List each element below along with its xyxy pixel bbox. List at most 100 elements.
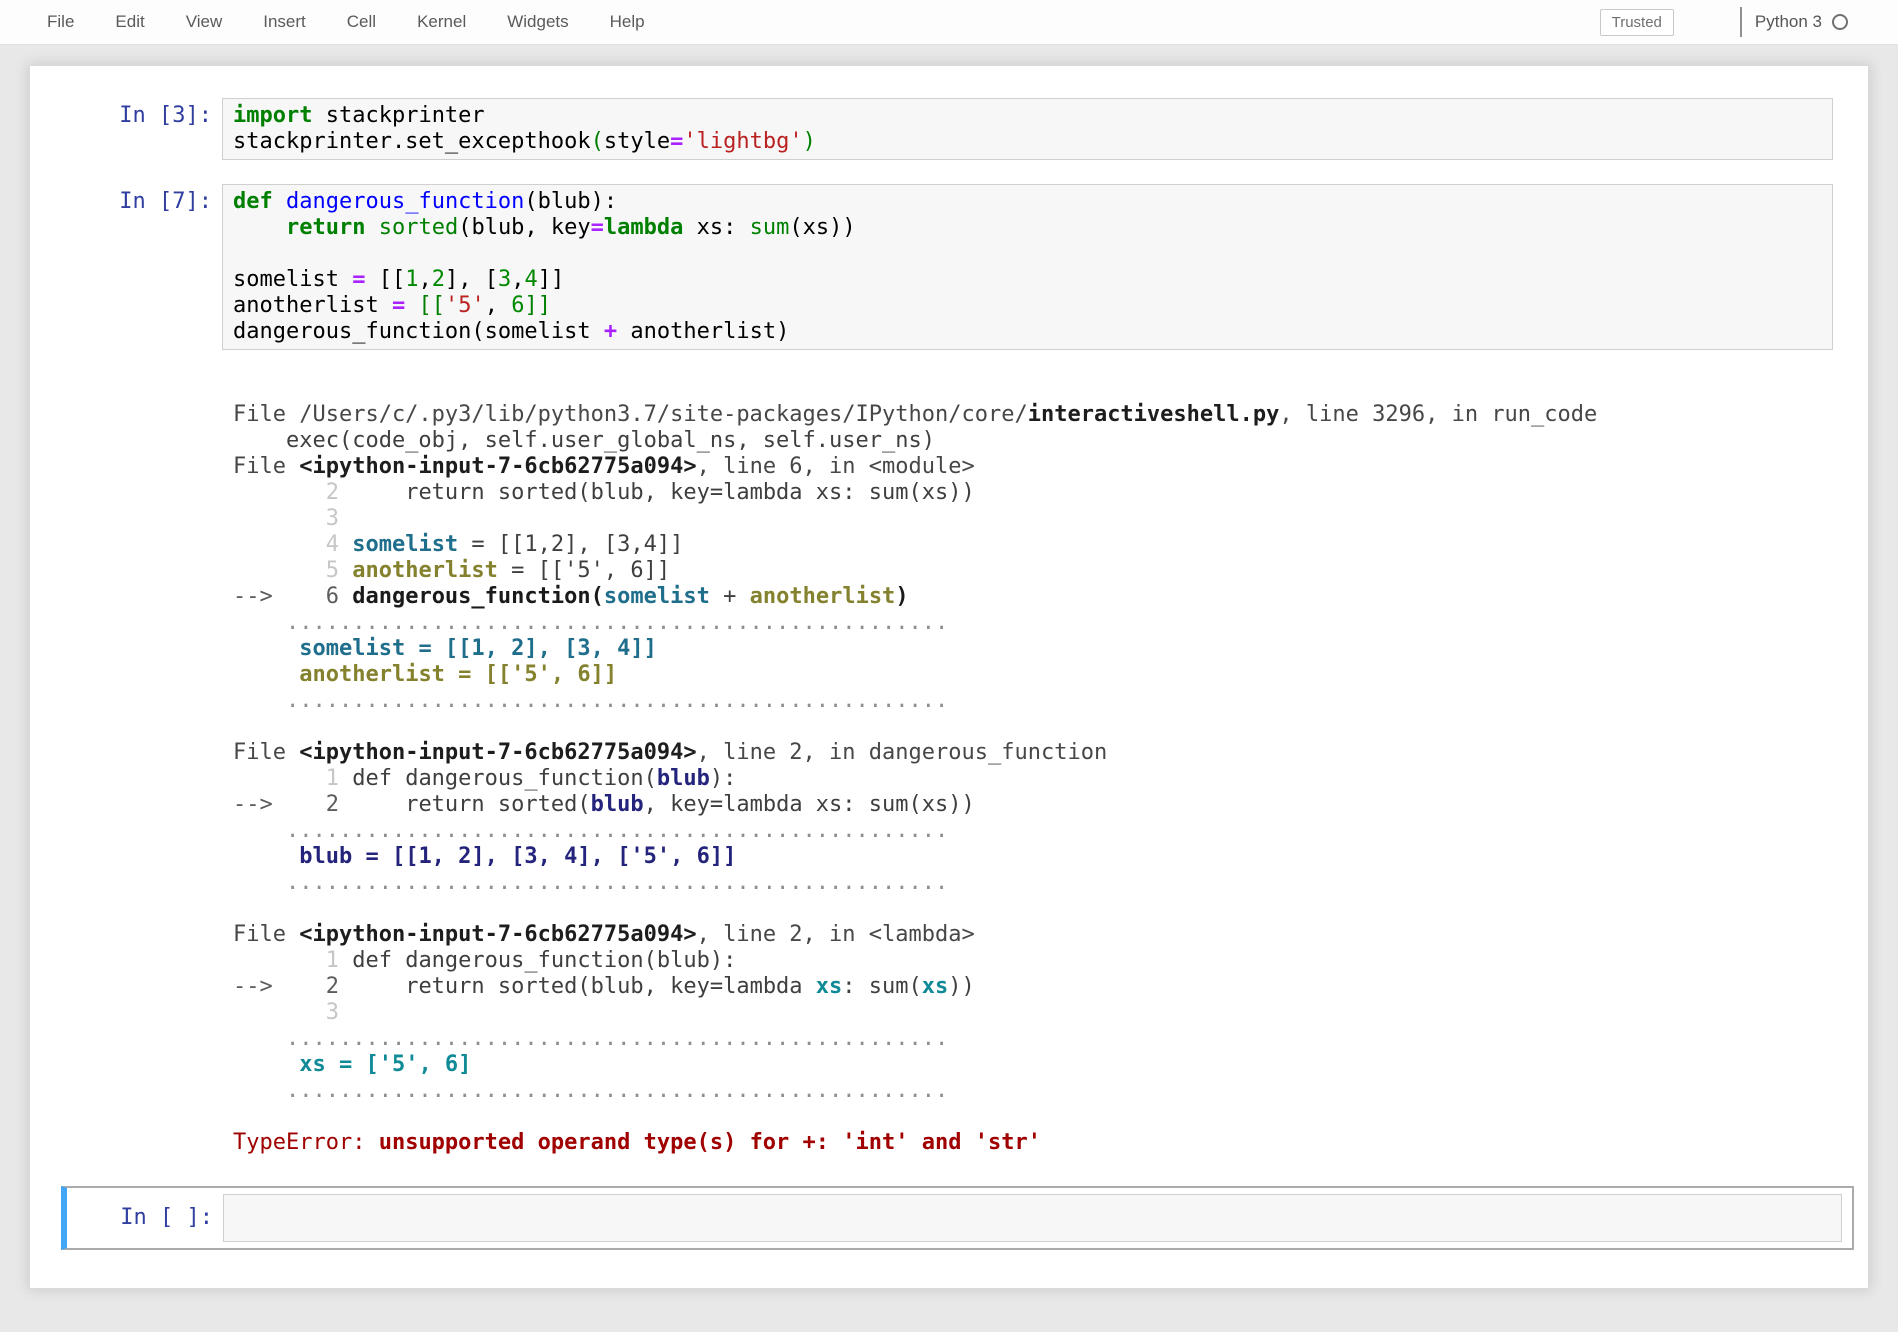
code-token: unsupported operand type(s) for +: 'int'… bbox=[378, 1130, 1041, 1155]
code-token: , bbox=[484, 293, 512, 318]
code-token: style bbox=[603, 129, 671, 154]
code-token: , key=lambda xs: sum(xs)) bbox=[643, 792, 975, 817]
menu-item-file[interactable]: File bbox=[47, 12, 74, 31]
menu-item-help[interactable]: Help bbox=[610, 12, 645, 31]
code-token: = [['5', 6]] bbox=[497, 558, 671, 583]
code-token: , line 3296, in run_code bbox=[1279, 402, 1598, 427]
code-token: def dangerous_function(blub): bbox=[338, 948, 737, 973]
code-token: sorted bbox=[378, 215, 459, 240]
code-token: anotherlist = [['5', 6]] bbox=[299, 662, 618, 687]
code-token: : sum( bbox=[842, 974, 922, 999]
code-token: (blub): bbox=[524, 189, 618, 214]
code-token: lambda bbox=[603, 215, 684, 240]
code-token: import bbox=[233, 103, 313, 128]
code-token: 5 bbox=[233, 558, 339, 583]
code-token: anotherlist bbox=[352, 558, 498, 583]
kernel-name: Python 3 bbox=[1754, 12, 1822, 31]
code-token: File bbox=[233, 740, 300, 765]
empty-cell-prompt: In [ ]: bbox=[120, 1205, 213, 1230]
menu: File Edit View Insert Cell Kernel Widgets Help bbox=[47, 12, 686, 32]
menu-item-edit[interactable]: Edit bbox=[115, 12, 144, 31]
code-token: 2 bbox=[233, 480, 339, 505]
code-token: --> 2 bbox=[233, 792, 339, 817]
code-token: ): bbox=[709, 766, 737, 791]
menu-right: Trusted Python 3 bbox=[1599, 7, 1898, 37]
code-token: somelist bbox=[352, 532, 459, 557]
cell-prompt: In [3]: bbox=[119, 103, 212, 128]
code-token: --> 6 bbox=[233, 584, 339, 609]
code-token: (xs)) bbox=[789, 215, 856, 240]
code-token: ]] bbox=[537, 267, 565, 292]
menu-item-widgets[interactable]: Widgets bbox=[507, 12, 568, 31]
menu-item-insert[interactable]: Insert bbox=[263, 12, 306, 31]
code-token: File bbox=[233, 454, 300, 479]
code-token: , line 6, in <module> bbox=[696, 454, 975, 479]
code-token: 1 bbox=[233, 948, 339, 973]
code-token: 'lightbg' bbox=[683, 129, 803, 154]
code-token: return sorted( bbox=[338, 792, 591, 817]
menu-item-kernel[interactable]: Kernel bbox=[417, 12, 466, 31]
code-token: 4 bbox=[524, 267, 538, 292]
code-token: ( bbox=[590, 129, 604, 154]
code-token: dangerous_function( bbox=[352, 584, 604, 609]
output-prompt bbox=[30, 402, 222, 1156]
cell-output: File /Users/c/.py3/lib/python3.7/site-pa… bbox=[222, 402, 1833, 1156]
code-token: dangerous_function(somelist bbox=[233, 319, 604, 344]
kernel-idle-icon bbox=[1832, 14, 1848, 30]
code-token: ........................................… bbox=[233, 818, 949, 843]
menu-bar: File Edit View Insert Cell Kernel Widgets Help … bbox=[0, 0, 1898, 45]
cell-prompt: In [7]: bbox=[119, 189, 212, 214]
notebook-container: In [3]: import stackprinter stackprinter.… bbox=[29, 65, 1869, 1289]
code-token: ........................................… bbox=[233, 688, 949, 713]
code-token: = bbox=[670, 129, 684, 154]
code-token: blub bbox=[656, 766, 710, 791]
code-token: 3 bbox=[497, 267, 512, 292]
code-token: somelist bbox=[233, 267, 353, 292]
code-token: def bbox=[233, 189, 273, 214]
code-token: stackprinter bbox=[312, 103, 485, 128]
menu-item-view[interactable]: View bbox=[186, 12, 223, 31]
code-text: import stackprinter stackprinter.set_exc… bbox=[233, 103, 1824, 155]
code-token: ) bbox=[895, 584, 909, 609]
code-token: 1 bbox=[405, 267, 419, 292]
code-token: ........................................… bbox=[233, 1026, 949, 1051]
code-token: return sorted(blub, key=lambda xs: sum(x… bbox=[338, 480, 975, 505]
code-token: somelist bbox=[603, 584, 710, 609]
code-token: somelist = [[1, 2], [3, 4]] bbox=[299, 636, 657, 661]
code-token: '5' bbox=[444, 293, 485, 318]
code-token: blub = [[1, 2], [3, 4], ['5', 6]] bbox=[299, 844, 737, 869]
code-token: <ipython-input-7-6cb62775a094> bbox=[299, 922, 697, 947]
traceback-text: File /Users/c/.py3/lib/python3.7/site-pa… bbox=[233, 402, 1833, 1156]
code-token: def dangerous_function( bbox=[338, 766, 657, 791]
code-token: return sorted(blub, key=lambda bbox=[338, 974, 816, 999]
code-token: , line 2, in <lambda> bbox=[696, 922, 975, 947]
code-token: [[ bbox=[365, 267, 406, 292]
code-token: exec(code_obj, self.user_global_ns, self… bbox=[233, 428, 935, 453]
code-token: File /Users/c/.py3/lib/python3.7/site-pa… bbox=[233, 402, 1028, 427]
code-token: return bbox=[285, 215, 366, 240]
code-token: xs bbox=[815, 974, 843, 999]
code-token: TypeError: bbox=[233, 1130, 379, 1155]
trusted-button[interactable]: Trusted bbox=[1599, 8, 1674, 36]
menu-item-cell[interactable]: Cell bbox=[347, 12, 376, 31]
code-token: 3 bbox=[233, 1000, 339, 1025]
empty-code-editor[interactable] bbox=[223, 1194, 1842, 1242]
code-editor[interactable]: import stackprinter stackprinter.set_exc… bbox=[222, 98, 1833, 160]
code-token: --> 2 bbox=[233, 974, 339, 999]
code-token: = bbox=[352, 267, 366, 292]
selected-empty-cell[interactable]: In [ ]: bbox=[61, 1186, 1854, 1250]
code-token: [[ bbox=[418, 293, 445, 318]
code-token: 1 bbox=[233, 766, 339, 791]
code-token: anotherlist bbox=[233, 293, 392, 318]
code-token: 2 bbox=[431, 267, 445, 292]
output-row: File /Users/c/.py3/lib/python3.7/site-pa… bbox=[30, 402, 1868, 1156]
code-token: <ipython-input-7-6cb62775a094> bbox=[299, 740, 697, 765]
code-editor[interactable]: def dangerous_function(blub): return sor… bbox=[222, 184, 1833, 350]
